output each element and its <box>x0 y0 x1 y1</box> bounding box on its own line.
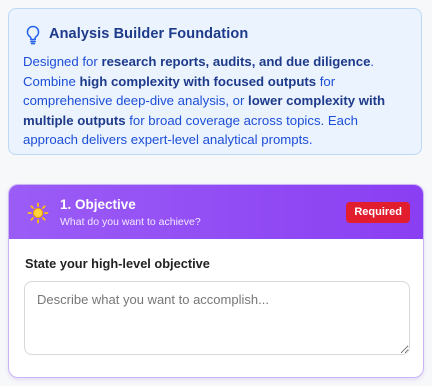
required-badge: Required <box>346 202 410 223</box>
step-subtitle: What do you want to achieve? <box>60 216 201 228</box>
info-card: Analysis Builder Foundation Designed for… <box>8 8 422 155</box>
info-text: Designed for <box>23 54 102 69</box>
objective-textarea[interactable] <box>24 281 410 355</box>
info-emphasis: research reports, audits, and due dilige… <box>101 54 371 69</box>
objective-field-label: State your high-level objective <box>25 256 210 271</box>
sun-icon <box>27 202 49 224</box>
step-header: 1. Objective What do you want to achieve… <box>9 185 423 239</box>
lightbulb-icon <box>25 25 41 45</box>
info-title: Analysis Builder Foundation <box>49 26 249 42</box>
info-emphasis: high complexity with focused outputs <box>79 73 317 89</box>
step-title: 1. Objective <box>60 197 136 212</box>
objective-step-card: 1. Objective What do you want to achieve… <box>8 184 424 378</box>
info-description: Designed for research reports, audits, a… <box>23 52 415 150</box>
